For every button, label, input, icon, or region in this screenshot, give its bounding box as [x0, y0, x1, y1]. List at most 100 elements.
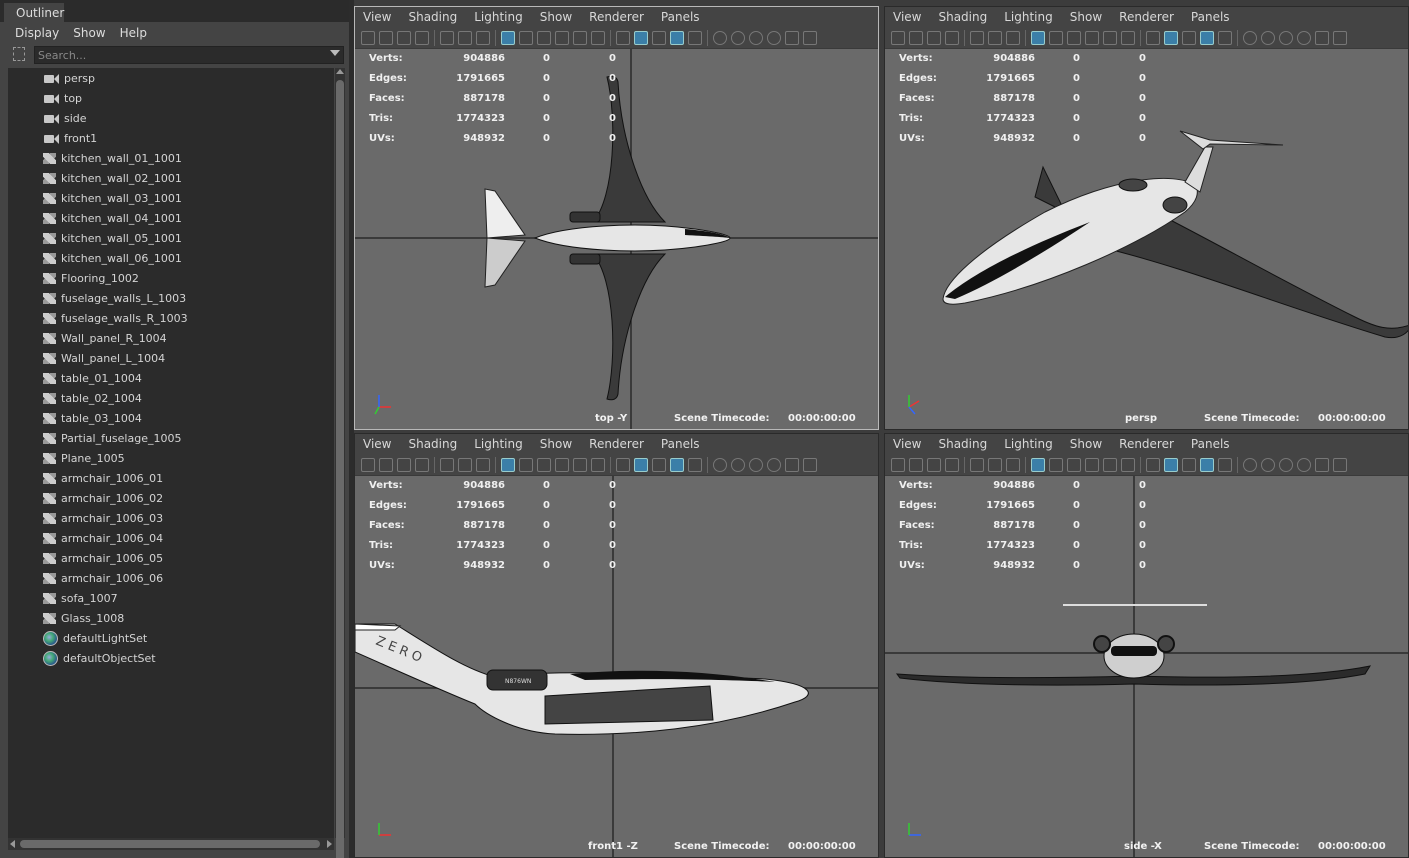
2d-pan-icon[interactable] [458, 30, 472, 45]
outliner-item-armchair-1006-05[interactable]: armchair_1006_05 [8, 548, 334, 568]
outliner-item-fuselage-walls-r-1003[interactable]: fuselage_walls_R_1003 [8, 308, 334, 328]
resolution-gate-icon[interactable] [1067, 30, 1081, 45]
grease-pencil-icon[interactable] [970, 457, 984, 472]
camera-attr-icon[interactable] [379, 457, 393, 472]
viewport-top[interactable]: View Shading Lighting Show Renderer Panels Ve… [354, 6, 879, 430]
snap-icon[interactable] [476, 457, 490, 472]
shadows-icon[interactable] [713, 457, 727, 472]
viewport-menu-panels[interactable]: Panels [661, 437, 700, 451]
smooth-shade-icon[interactable] [634, 457, 648, 472]
viewport-menu-shading[interactable]: Shading [938, 437, 987, 451]
outliner-item-kitchen-wall-02-1001[interactable]: kitchen_wall_02_1001 [8, 168, 334, 188]
outliner-item-wall-panel-l-1004[interactable]: Wall_panel_L_1004 [8, 348, 334, 368]
scroll-left-icon[interactable] [10, 840, 15, 848]
lights-icon[interactable] [688, 457, 702, 472]
viewport-menu-show[interactable]: Show [1070, 10, 1102, 24]
viewport-side[interactable]: View Shading Lighting Show Renderer Panels Ve… [884, 433, 1409, 858]
viewport-menu-view[interactable]: View [363, 10, 391, 24]
safe-action-icon[interactable] [1121, 30, 1135, 45]
viewport-menu-view[interactable]: View [363, 437, 391, 451]
grid-icon[interactable] [501, 457, 515, 472]
textured-icon[interactable] [1200, 457, 1214, 472]
camera-select-icon[interactable] [361, 457, 375, 472]
safe-action-icon[interactable] [1121, 457, 1135, 472]
viewport-menu-renderer[interactable]: Renderer [589, 437, 644, 451]
bookmark-icon[interactable] [397, 30, 411, 45]
motion-blur-icon[interactable] [1279, 457, 1293, 472]
film-gate-icon[interactable] [519, 30, 533, 45]
snap-icon[interactable] [476, 30, 490, 45]
2d-pan-icon[interactable] [988, 457, 1002, 472]
outliner-item-armchair-1006-01[interactable]: armchair_1006_01 [8, 468, 334, 488]
bookmark-icon[interactable] [397, 457, 411, 472]
outliner-item-side[interactable]: side [8, 108, 334, 128]
ambient-occlusion-icon[interactable] [731, 30, 745, 45]
xray-icon[interactable] [803, 457, 817, 472]
viewport-menu-renderer[interactable]: Renderer [1119, 437, 1174, 451]
grid-icon[interactable] [501, 30, 515, 45]
resolution-gate-icon[interactable] [537, 457, 551, 472]
outliner-item-plane-1005[interactable]: Plane_1005 [8, 448, 334, 468]
viewport-menu-renderer[interactable]: Renderer [1119, 10, 1174, 24]
image-plane-icon[interactable] [415, 457, 429, 472]
outliner-item-flooring-1002[interactable]: Flooring_1002 [8, 268, 334, 288]
safe-action-icon[interactable] [591, 457, 605, 472]
default-material-icon[interactable] [652, 30, 666, 45]
image-plane-icon[interactable] [945, 30, 959, 45]
smooth-shade-icon[interactable] [1164, 457, 1178, 472]
snap-icon[interactable] [1006, 457, 1020, 472]
outliner-item-glass-1008[interactable]: Glass_1008 [8, 608, 334, 628]
outliner-item-defaultlightset[interactable]: defaultLightSet [8, 628, 334, 648]
viewport-menu-panels[interactable]: Panels [1191, 10, 1230, 24]
outliner-item-wall-panel-r-1004[interactable]: Wall_panel_R_1004 [8, 328, 334, 348]
default-material-icon[interactable] [1182, 30, 1196, 45]
field-chart-icon[interactable] [1103, 30, 1117, 45]
bookmark-icon[interactable] [927, 30, 941, 45]
outliner-tab[interactable]: Outliner [4, 3, 64, 22]
viewport-menu-shading[interactable]: Shading [408, 10, 457, 24]
gate-mask-icon[interactable] [555, 457, 569, 472]
2d-pan-icon[interactable] [458, 457, 472, 472]
camera-select-icon[interactable] [361, 30, 375, 45]
wireframe-icon[interactable] [616, 30, 630, 45]
viewport-menu-panels[interactable]: Panels [1191, 437, 1230, 451]
outliner-item-defaultobjectset[interactable]: defaultObjectSet [8, 648, 334, 668]
camera-attr-icon[interactable] [379, 30, 393, 45]
field-chart-icon[interactable] [573, 457, 587, 472]
wireframe-icon[interactable] [1146, 30, 1160, 45]
isolate-select-icon[interactable] [1315, 30, 1329, 45]
outliner-item-kitchen-wall-06-1001[interactable]: kitchen_wall_06_1001 [8, 248, 334, 268]
ambient-occlusion-icon[interactable] [1261, 457, 1275, 472]
menu-show[interactable]: Show [73, 26, 105, 40]
grease-pencil-icon[interactable] [440, 457, 454, 472]
grease-pencil-icon[interactable] [440, 30, 454, 45]
wireframe-icon[interactable] [1146, 457, 1160, 472]
shadows-icon[interactable] [1243, 30, 1257, 45]
xray-icon[interactable] [1333, 457, 1347, 472]
xray-icon[interactable] [1333, 30, 1347, 45]
motion-blur-icon[interactable] [749, 457, 763, 472]
ambient-occlusion-icon[interactable] [1261, 30, 1275, 45]
scroll-up-icon[interactable] [336, 69, 344, 74]
menu-help[interactable]: Help [120, 26, 147, 40]
scroll-thumb[interactable] [336, 80, 344, 858]
outliner-item-table-03-1004[interactable]: table_03_1004 [8, 408, 334, 428]
viewport-front[interactable]: N876WN ZERO View Shading Lighting Show Rende… [354, 433, 879, 858]
motion-blur-icon[interactable] [1279, 30, 1293, 45]
outliner-item-persp[interactable]: persp [8, 68, 334, 88]
wireframe-icon[interactable] [616, 457, 630, 472]
textured-icon[interactable] [670, 30, 684, 45]
shadows-icon[interactable] [1243, 457, 1257, 472]
outliner-item-front1[interactable]: front1 [8, 128, 334, 148]
anti-alias-icon[interactable] [1297, 457, 1311, 472]
lights-icon[interactable] [688, 30, 702, 45]
film-gate-icon[interactable] [1049, 30, 1063, 45]
isolate-select-icon[interactable] [1315, 457, 1329, 472]
viewport-menu-show[interactable]: Show [540, 10, 572, 24]
camera-select-icon[interactable] [891, 30, 905, 45]
menu-display[interactable]: Display [15, 26, 59, 40]
isolate-select-icon[interactable] [785, 30, 799, 45]
outliner-item-armchair-1006-03[interactable]: armchair_1006_03 [8, 508, 334, 528]
outliner-horizontal-scrollbar[interactable] [8, 838, 334, 850]
lights-icon[interactable] [1218, 457, 1232, 472]
